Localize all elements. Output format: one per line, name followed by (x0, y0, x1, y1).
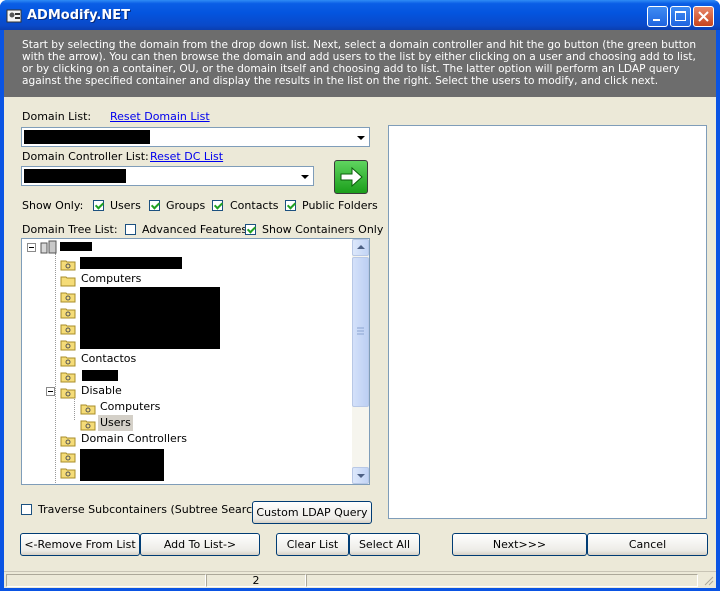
users-checkbox-label: Users (110, 199, 141, 212)
status-pane-right (306, 574, 698, 587)
ou-folder-icon (60, 292, 76, 303)
show-only-label: Show Only: (22, 199, 84, 212)
ou-folder-icon (60, 388, 76, 399)
ou-folder-icon (60, 308, 76, 319)
domain-list-combo[interactable] (21, 127, 370, 147)
tree-item-disable-users[interactable]: Users (98, 415, 133, 431)
chevron-down-icon[interactable] (353, 129, 368, 145)
ou-folder-icon (60, 324, 76, 335)
dialog-body: Start by selecting the domain from the d… (4, 30, 716, 588)
ou-folder-icon (60, 372, 76, 383)
maximize-icon (675, 11, 686, 21)
dc-list-combo[interactable] (21, 166, 314, 186)
clear-list-button[interactable]: Clear List (276, 533, 349, 556)
select-all-button[interactable]: Select All (349, 533, 420, 556)
chevron-down-icon[interactable] (297, 168, 312, 184)
redacted-domain-name (60, 242, 92, 251)
tree-scrollbar[interactable] (352, 239, 369, 484)
groups-checkbox-label: Groups (166, 199, 206, 212)
show-containers-only-label: Show Containers Only (262, 223, 384, 236)
selected-users-list[interactable] (388, 125, 707, 519)
tree-item-computers[interactable]: Computers (81, 271, 141, 287)
redacted-item (82, 370, 118, 381)
window-title: ADModify.NET (27, 8, 130, 23)
domain-tree[interactable]: Computers Contactos Disable Computers Us… (21, 238, 370, 485)
reset-domain-list-link[interactable]: Reset Domain List (110, 110, 210, 123)
minimize-icon (653, 19, 660, 21)
advanced-features-checkbox[interactable] (125, 224, 136, 235)
users-checkbox[interactable] (93, 200, 104, 211)
collapse-icon[interactable] (27, 243, 36, 252)
instructions-banner: Start by selecting the domain from the d… (4, 30, 716, 97)
remove-from-list-button[interactable]: <-Remove From List (20, 533, 140, 556)
tree-guide (74, 396, 75, 420)
redacted-items (80, 449, 164, 481)
redacted-item (80, 257, 182, 269)
ou-folder-icon (60, 340, 76, 351)
ou-folder-icon (60, 356, 76, 367)
app-window: ADModify.NET Start by selecting the doma… (0, 0, 720, 591)
contacts-checkbox[interactable] (212, 200, 223, 211)
collapse-icon[interactable] (46, 387, 55, 396)
tree-item-contactos[interactable]: Contactos (81, 351, 136, 367)
reset-dc-list-link[interactable]: Reset DC List (150, 150, 223, 163)
tree-item-disable-computers[interactable]: Computers (100, 399, 160, 415)
traverse-subcontainers-label: Traverse Subcontainers (Subtree Search) (38, 503, 264, 516)
add-to-list-button[interactable]: Add To List-> (140, 533, 260, 556)
status-count: 2 (206, 574, 306, 587)
show-containers-only-checkbox[interactable] (245, 224, 256, 235)
ou-folder-icon (80, 404, 96, 415)
close-button[interactable] (693, 6, 714, 27)
ou-folder-icon (80, 420, 96, 431)
folder-icon (60, 276, 76, 287)
scroll-down-button[interactable] (352, 467, 369, 484)
groups-checkbox[interactable] (149, 200, 160, 211)
tree-item-disable[interactable]: Disable (81, 383, 122, 399)
close-icon (698, 11, 709, 22)
scroll-up-button[interactable] (352, 239, 369, 256)
custom-ldap-query-button[interactable]: Custom LDAP Query (252, 501, 372, 524)
redacted-value (24, 169, 126, 183)
grip-icon (357, 327, 364, 335)
status-bar: 2 (4, 571, 716, 588)
domain-tree-label: Domain Tree List: (22, 223, 118, 236)
resize-grip-icon[interactable] (702, 574, 714, 586)
app-icon (6, 9, 22, 23)
title-bar[interactable]: ADModify.NET (0, 0, 720, 30)
ou-folder-icon (60, 436, 76, 447)
advanced-features-label: Advanced Features (142, 223, 248, 236)
maximize-button[interactable] (670, 6, 691, 27)
scroll-thumb[interactable] (352, 257, 369, 407)
ou-folder-icon (60, 260, 76, 271)
redacted-value (24, 130, 150, 144)
dc-list-label: Domain Controller List: (22, 150, 149, 163)
ou-folder-icon (60, 468, 76, 479)
tree-guide (55, 253, 56, 483)
traverse-subcontainers-checkbox[interactable] (21, 504, 32, 515)
go-button[interactable] (334, 160, 368, 194)
arrow-right-icon (340, 166, 363, 188)
public-folders-checkbox[interactable] (285, 200, 296, 211)
ou-folder-icon (60, 452, 76, 463)
domain-server-icon (40, 240, 57, 254)
status-pane-left (6, 574, 206, 587)
next-button[interactable]: Next>>> (452, 533, 587, 556)
tree-item-domain-controllers[interactable]: Domain Controllers (81, 431, 187, 447)
cancel-button[interactable]: Cancel (587, 533, 708, 556)
redacted-items (80, 287, 220, 349)
public-folders-checkbox-label: Public Folders (302, 199, 378, 212)
minimize-button[interactable] (647, 6, 668, 27)
contacts-checkbox-label: Contacts (230, 199, 279, 212)
domain-list-label: Domain List: (22, 110, 92, 123)
